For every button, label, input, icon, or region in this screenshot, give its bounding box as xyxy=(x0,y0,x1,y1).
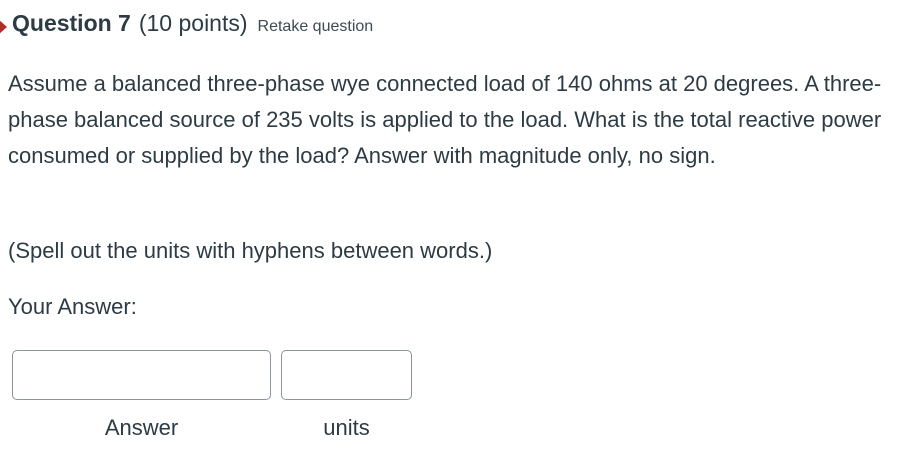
your-answer-label: Your Answer: xyxy=(8,294,137,319)
unit-instructions: (Spell out the units with hyphens betwee… xyxy=(8,238,493,263)
units-field-label: units xyxy=(323,415,370,440)
units-input[interactable] xyxy=(281,350,412,400)
question-prompt: Assume a balanced three-phase wye connec… xyxy=(8,71,882,168)
retake-question-label: Retake question xyxy=(257,18,374,35)
answer-input[interactable] xyxy=(12,350,271,400)
question-title: Question 7 xyxy=(12,10,131,36)
question-page: Question 7 (10 points) Retake question A… xyxy=(0,0,922,453)
question-points: (10 points) xyxy=(138,10,248,36)
question-header: Question 7 (10 points) Retake question xyxy=(0,10,373,44)
answer-field-label: Answer xyxy=(104,415,179,440)
